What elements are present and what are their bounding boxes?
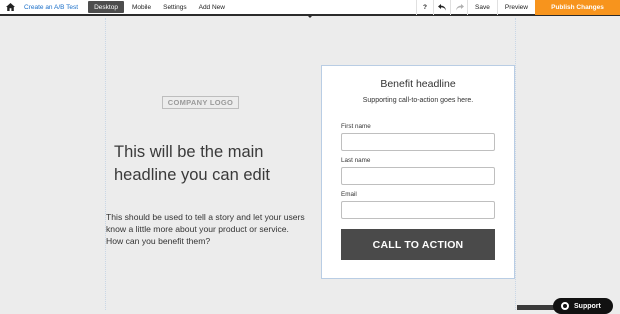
publish-changes-button[interactable]: Publish Changes: [535, 0, 620, 15]
tab-desktop[interactable]: Desktop: [88, 1, 124, 13]
email-label: Email: [341, 191, 357, 198]
support-label: Support: [574, 302, 601, 310]
add-new-menu[interactable]: Add New: [193, 0, 231, 15]
create-ab-test-link[interactable]: Create an A/B Test: [20, 0, 86, 15]
body-paragraph[interactable]: This should be used to tell a story and …: [106, 212, 306, 247]
call-to-action-button[interactable]: CALL TO ACTION: [341, 229, 495, 260]
left-guide-line: [105, 18, 106, 310]
undo-icon[interactable]: [433, 0, 450, 15]
form-subtitle[interactable]: Supporting call-to-action goes here.: [322, 97, 514, 104]
first-name-label: First name: [341, 123, 371, 130]
home-icon[interactable]: [0, 0, 20, 15]
save-button[interactable]: Save: [467, 0, 497, 15]
top-toolbar: Create an A/B Test Desktop Mobile Settin…: [0, 0, 620, 16]
company-logo[interactable]: COMPANY LOGO: [162, 96, 239, 109]
support-button[interactable]: Support: [553, 298, 613, 314]
tab-mobile[interactable]: Mobile: [126, 0, 157, 15]
toolbar-indicator-caret: [308, 16, 312, 18]
redo-icon[interactable]: [450, 0, 467, 15]
right-guide-line: [515, 18, 516, 310]
help-button[interactable]: ?: [416, 0, 433, 15]
email-field[interactable]: [341, 201, 495, 219]
main-headline[interactable]: This will be the main headline you can e…: [114, 141, 304, 187]
last-name-label: Last name: [341, 157, 371, 164]
last-name-field[interactable]: [341, 167, 495, 185]
lead-form-card: Benefit headline Supporting call-to-acti…: [321, 65, 515, 279]
preview-button[interactable]: Preview: [496, 0, 535, 15]
form-title[interactable]: Benefit headline: [322, 78, 514, 90]
support-icon: [561, 302, 569, 310]
settings-menu[interactable]: Settings: [157, 0, 193, 15]
first-name-field[interactable]: [341, 133, 495, 151]
